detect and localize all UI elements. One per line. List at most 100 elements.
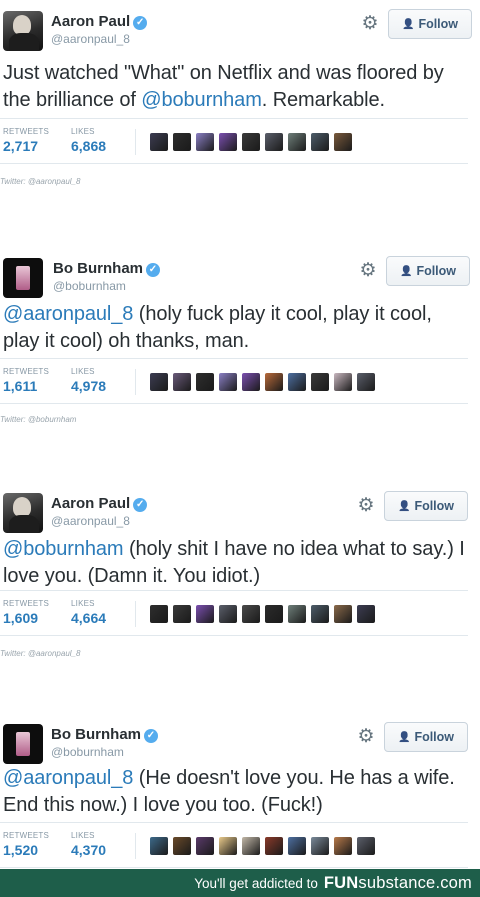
- liker-avatar[interactable]: [311, 133, 329, 151]
- liker-avatar[interactable]: [311, 837, 329, 855]
- author-handle[interactable]: @aaronpaul_8: [51, 32, 130, 46]
- avatar[interactable]: [3, 724, 43, 764]
- author-name-text: Bo Burnham: [53, 260, 143, 277]
- liker-avatar[interactable]: [357, 605, 375, 623]
- likes-count[interactable]: 4,370: [71, 842, 106, 858]
- mention-link[interactable]: @boburnham: [3, 538, 124, 560]
- stats-separator: [135, 833, 136, 859]
- liker-avatar[interactable]: [265, 837, 283, 855]
- liker-avatar[interactable]: [196, 605, 214, 623]
- likes-count[interactable]: 4,664: [71, 610, 106, 626]
- liker-avatar[interactable]: [196, 133, 214, 151]
- author-handle[interactable]: @aaronpaul_8: [51, 514, 130, 528]
- stats-divider-bottom: [0, 403, 468, 404]
- retweets-count[interactable]: 1,611: [3, 378, 37, 394]
- author-name[interactable]: Bo Burnham ✓: [51, 726, 158, 743]
- avatar[interactable]: [3, 258, 43, 298]
- gear-icon[interactable]: ⚙: [361, 14, 379, 33]
- likes-count[interactable]: 6,868: [71, 138, 106, 154]
- liker-avatar[interactable]: [265, 133, 283, 151]
- liker-avatar[interactable]: [288, 373, 306, 391]
- liker-avatar[interactable]: [265, 373, 283, 391]
- retweets-count[interactable]: 1,609: [3, 610, 38, 626]
- liker-avatar[interactable]: [357, 837, 375, 855]
- tweet-text: @aaronpaul_8 (He doesn't love you. He ha…: [3, 765, 473, 819]
- gear-icon[interactable]: ⚙: [359, 261, 377, 280]
- author-name[interactable]: Aaron Paul ✓: [51, 495, 148, 512]
- follow-button-label: Follow: [416, 264, 457, 278]
- liker-avatar[interactable]: [334, 605, 352, 623]
- tweet-text-segment: . Remarkable.: [261, 89, 385, 111]
- liker-avatar[interactable]: [265, 605, 283, 623]
- retweets-label: RETWEETS: [3, 599, 50, 608]
- likes-count[interactable]: 4,978: [71, 378, 106, 394]
- liker-avatar[interactable]: [242, 373, 260, 391]
- gear-icon[interactable]: ⚙: [357, 727, 375, 746]
- footer-brand[interactable]: FUNsubstance.com: [324, 874, 472, 893]
- liker-avatar[interactable]: [150, 373, 168, 391]
- liker-avatar[interactable]: [288, 605, 306, 623]
- stats-divider-bottom: [0, 163, 468, 164]
- image-source-caption: Twitter: @boburnham: [0, 415, 77, 424]
- liker-avatar[interactable]: [219, 837, 237, 855]
- liker-avatar[interactable]: [242, 605, 260, 623]
- liker-avatar[interactable]: [173, 133, 191, 151]
- author-name-text: Bo Burnham: [51, 726, 141, 743]
- liker-avatar[interactable]: [334, 373, 352, 391]
- tweet-text: @aaronpaul_8 (holy fuck play it cool, pl…: [3, 301, 473, 355]
- tweet-card: Bo Burnham ✓ @boburnham ⚙ 👤 Follow @aaronpaul_…: [0, 247, 480, 482]
- add-person-icon: 👤: [401, 18, 415, 30]
- follow-button[interactable]: 👤 Follow: [388, 9, 472, 39]
- liker-avatar[interactable]: [219, 133, 237, 151]
- retweets-label: RETWEETS: [3, 367, 50, 376]
- follow-button[interactable]: 👤 Follow: [384, 722, 468, 752]
- author-handle[interactable]: @boburnham: [51, 745, 124, 759]
- liker-avatar[interactable]: [196, 837, 214, 855]
- liker-avatar[interactable]: [219, 373, 237, 391]
- follow-button[interactable]: 👤 Follow: [386, 256, 470, 286]
- liker-avatar[interactable]: [150, 837, 168, 855]
- mention-link[interactable]: @aaronpaul_8: [3, 767, 133, 789]
- footer-brand-bold: FUN: [323, 873, 359, 892]
- avatar[interactable]: [3, 493, 43, 533]
- avatar[interactable]: [3, 11, 43, 51]
- author-name-text: Aaron Paul: [51, 495, 131, 512]
- retweets-count[interactable]: 2,717: [3, 138, 38, 154]
- author-handle[interactable]: @boburnham: [53, 279, 126, 293]
- retweets-count[interactable]: 1,520: [3, 842, 38, 858]
- footer-brand-light: substance: [358, 873, 436, 892]
- follow-button[interactable]: 👤 Follow: [384, 491, 468, 521]
- tweet-text: Just watched "What" on Netflix and was f…: [3, 60, 473, 114]
- liker-avatar[interactable]: [288, 133, 306, 151]
- liker-avatar[interactable]: [173, 373, 191, 391]
- verified-badge-icon: ✓: [133, 16, 148, 30]
- liker-avatar[interactable]: [173, 605, 191, 623]
- mention-link[interactable]: @aaronpaul_8: [3, 303, 133, 325]
- liker-avatar[interactable]: [196, 373, 214, 391]
- liker-avatar[interactable]: [334, 133, 352, 151]
- liker-avatar[interactable]: [357, 373, 375, 391]
- retweets-label: RETWEETS: [3, 831, 50, 840]
- liker-avatar[interactable]: [150, 133, 168, 151]
- liker-avatar[interactable]: [242, 133, 260, 151]
- liker-avatar[interactable]: [288, 837, 306, 855]
- liker-avatar[interactable]: [219, 605, 237, 623]
- liker-avatar[interactable]: [242, 837, 260, 855]
- stats-divider-bottom: [0, 867, 468, 868]
- stats-separator: [135, 369, 136, 395]
- author-name[interactable]: Aaron Paul ✓: [51, 13, 148, 30]
- liker-avatar[interactable]: [311, 605, 329, 623]
- liker-avatar[interactable]: [311, 373, 329, 391]
- liker-avatar[interactable]: [150, 605, 168, 623]
- verified-badge-icon: ✓: [146, 263, 160, 277]
- likes-label: LIKES: [71, 831, 95, 840]
- gear-icon[interactable]: ⚙: [357, 496, 375, 515]
- tweet-text: @boburnham (holy shit I have no idea wha…: [3, 536, 473, 590]
- likes-label: LIKES: [71, 599, 95, 608]
- add-person-icon: 👤: [397, 731, 411, 743]
- liker-avatar[interactable]: [334, 837, 352, 855]
- liker-avatar[interactable]: [173, 837, 191, 855]
- author-name[interactable]: Bo Burnham ✓: [53, 260, 160, 277]
- mention-link[interactable]: @boburnham: [141, 89, 262, 111]
- site-footer: You'll get addicted to FUNsubstance.com: [0, 869, 480, 897]
